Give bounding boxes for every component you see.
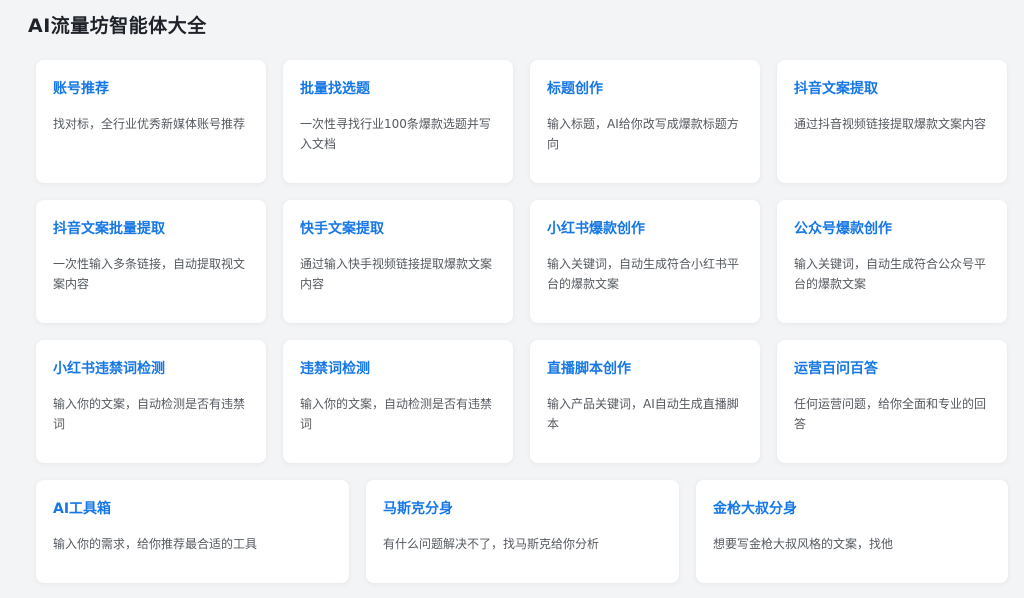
card-title: 标题创作 bbox=[547, 81, 603, 97]
card-description: 通过输入快手视频链接提取爆款文案内容 bbox=[300, 257, 493, 291]
card-title: 抖音文案批量提取 bbox=[53, 221, 165, 237]
card-description: 输入关键词，自动生成符合公众号平台的爆款文案 bbox=[794, 257, 987, 291]
agent-card-account-recommend[interactable]: 账号推荐 找对标，全行业优秀新媒体账号推荐 bbox=[36, 60, 266, 183]
card-description: 想要写金枪大叔风格的文案，找他 bbox=[713, 537, 894, 551]
agent-directory-page: AI流量坊智能体大全 账号推荐 找对标，全行业优秀新媒体账号推荐 批量找选题 一… bbox=[0, 0, 1024, 598]
card-title: 账号推荐 bbox=[53, 81, 109, 97]
card-title: 运营百问百答 bbox=[794, 361, 878, 377]
agent-card-ai-toolbox[interactable]: AI工具箱 输入你的需求，给你推荐最合适的工具 bbox=[36, 480, 349, 583]
card-description: 输入你的文案，自动检测是否有违禁词 bbox=[300, 397, 493, 431]
card-title: 小红书爆款创作 bbox=[547, 221, 645, 237]
card-description: 输入标题，AI给你改写成爆款标题方向 bbox=[547, 117, 739, 151]
agent-card-douyin-batch-extract[interactable]: 抖音文案批量提取 一次性输入多条链接，自动提取视文案内容 bbox=[36, 200, 266, 323]
card-title: 抖音文案提取 bbox=[794, 81, 878, 97]
agent-card-wechat-creation[interactable]: 公众号爆款创作 输入关键词，自动生成符合公众号平台的爆款文案 bbox=[777, 200, 1007, 323]
card-description: 输入你的文案，自动检测是否有违禁词 bbox=[53, 397, 246, 431]
card-description: 输入你的需求，给你推荐最合适的工具 bbox=[53, 537, 258, 551]
agent-card-jinqiang-avatar[interactable]: 金枪大叔分身 想要写金枪大叔风格的文案，找他 bbox=[696, 480, 1008, 583]
card-description: 输入关键词，自动生成符合小红书平台的爆款文案 bbox=[547, 257, 740, 291]
card-description: 通过抖音视频链接提取爆款文案内容 bbox=[794, 117, 987, 131]
agent-card-live-script[interactable]: 直播脚本创作 输入产品关键词，AI自动生成直播脚本 bbox=[530, 340, 760, 463]
agent-card-douyin-extract[interactable]: 抖音文案提取 通过抖音视频链接提取爆款文案内容 bbox=[777, 60, 1007, 183]
card-description: 输入产品关键词，AI自动生成直播脚本 bbox=[547, 397, 739, 431]
card-description: 一次性输入多条链接，自动提取视文案内容 bbox=[53, 257, 246, 291]
card-title: 小红书违禁词检测 bbox=[53, 361, 165, 377]
card-description: 任何运营问题，给你全面和专业的回答 bbox=[794, 397, 987, 431]
card-title: 快手文案提取 bbox=[300, 221, 384, 237]
agent-card-musk-avatar[interactable]: 马斯克分身 有什么问题解决不了，找马斯克给你分析 bbox=[366, 480, 679, 583]
card-title: 直播脚本创作 bbox=[547, 361, 631, 377]
page-title: AI流量坊智能体大全 bbox=[28, 15, 207, 37]
agent-card-kuaishou-extract[interactable]: 快手文案提取 通过输入快手视频链接提取爆款文案内容 bbox=[283, 200, 513, 323]
card-title: AI工具箱 bbox=[53, 501, 112, 517]
card-description: 有什么问题解决不了，找马斯克给你分析 bbox=[383, 537, 600, 551]
card-description: 一次性寻找行业100条爆款选题并写入文档 bbox=[300, 117, 491, 151]
card-title: 马斯克分身 bbox=[383, 501, 453, 517]
agent-card-operations-qa[interactable]: 运营百问百答 任何运营问题，给你全面和专业的回答 bbox=[777, 340, 1007, 463]
card-title: 违禁词检测 bbox=[300, 361, 370, 377]
card-title: 公众号爆款创作 bbox=[794, 221, 892, 237]
agent-card-banned-words[interactable]: 违禁词检测 输入你的文案，自动检测是否有违禁词 bbox=[283, 340, 513, 463]
card-description: 找对标，全行业优秀新媒体账号推荐 bbox=[53, 117, 246, 131]
card-title: 批量找选题 bbox=[300, 81, 370, 97]
agent-card-batch-topics[interactable]: 批量找选题 一次性寻找行业100条爆款选题并写入文档 bbox=[283, 60, 513, 183]
agent-card-title-creation[interactable]: 标题创作 输入标题，AI给你改写成爆款标题方向 bbox=[530, 60, 760, 183]
agent-card-xiaohongshu-creation[interactable]: 小红书爆款创作 输入关键词，自动生成符合小红书平台的爆款文案 bbox=[530, 200, 760, 323]
card-title: 金枪大叔分身 bbox=[713, 501, 797, 517]
agent-card-xiaohongshu-banned-words[interactable]: 小红书违禁词检测 输入你的文案，自动检测是否有违禁词 bbox=[36, 340, 266, 463]
